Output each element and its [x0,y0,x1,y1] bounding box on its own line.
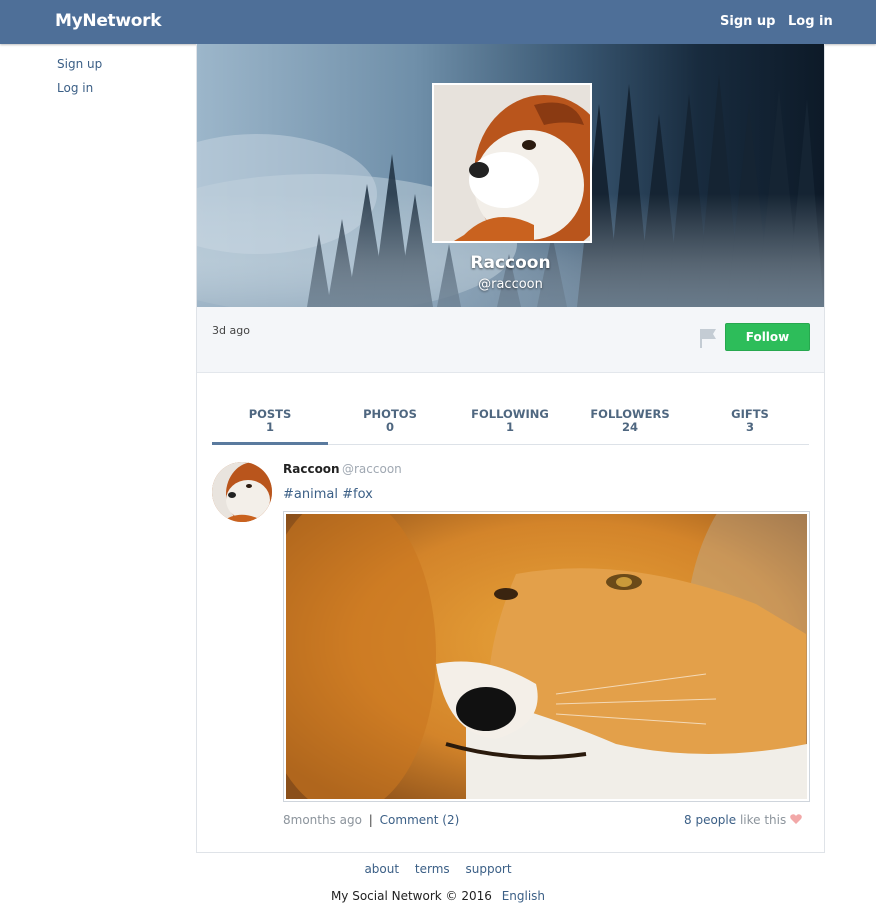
post-hashtags: #animal #fox [283,487,373,502]
tab-count: 24 [621,420,638,434]
likes-suffix: like this [739,813,787,827]
hashtag-fox[interactable]: #fox [342,487,373,502]
profile-card: Raccoon @raccoon 3d ago Follow POSTS 1 P… [196,44,825,853]
tab-photos[interactable]: PHOTOS 0 [332,408,448,434]
top-navbar: MyNetwork Sign up Log in [0,0,876,44]
fox-photo [286,514,807,799]
post-author-name[interactable]: Raccoon [283,462,340,476]
active-tab-indicator [212,442,328,445]
profile-avatar[interactable] [432,83,592,243]
last-active-time: 3d ago [212,324,250,337]
tab-following[interactable]: FOLLOWING 1 [452,408,568,434]
post-time: 8months ago [283,813,362,827]
language-selector[interactable]: English [502,889,545,903]
post-author-handle[interactable]: @raccoon [342,462,402,476]
copyright-text: My Social Network © 2016 [330,889,492,903]
header-login-link[interactable]: Log in [788,14,833,29]
footer-support-link[interactable]: support [465,862,511,876]
flag-icon[interactable] [698,327,718,349]
comment-link[interactable]: Comment (2) [380,813,460,827]
tab-count: 3 [745,420,754,434]
tab-count: 1 [505,420,514,434]
post-meta: 8months ago | Comment (2) [283,813,459,827]
red-panda-avatar-image [212,462,272,522]
tab-followers[interactable]: FOLLOWERS 24 [572,408,688,434]
likes-count[interactable]: 8 people [684,813,736,827]
post-author-avatar[interactable] [212,462,272,522]
header-signup-link[interactable]: Sign up [720,14,775,29]
post-image[interactable] [283,511,810,802]
profile-info-bar: 3d ago Follow [197,307,824,373]
profile-name: Raccoon [470,253,551,273]
red-panda-image [434,85,590,241]
footer-about-link[interactable]: about [364,862,399,876]
post-likes: 8 people like this [684,813,786,827]
footer-terms-link[interactable]: terms [415,862,450,876]
profile-handle: @raccoon [478,277,543,292]
profile-tabs: POSTS 1 PHOTOS 0 FOLLOWING 1 FOLLOWERS 2… [212,404,809,445]
sidebar-item-login[interactable]: Log in [57,81,93,95]
footer-links: about terms support [0,862,876,876]
sidebar-item-signup[interactable]: Sign up [57,57,102,71]
tab-count: 0 [385,420,394,434]
hashtag-animal[interactable]: #animal [283,487,338,502]
cover-photo: Raccoon @raccoon [197,44,824,307]
footer-copyright: My Social Network © 2016 English [0,889,876,903]
tab-count: 1 [265,420,274,434]
brand-logo[interactable]: MyNetwork [55,11,162,31]
heart-icon[interactable] [790,813,802,825]
follow-button[interactable]: Follow [725,323,810,351]
fox-image [286,514,807,799]
tab-posts[interactable]: POSTS 1 [212,408,328,434]
meta-separator: | [368,813,373,827]
tab-gifts[interactable]: GIFTS 3 [692,408,808,434]
